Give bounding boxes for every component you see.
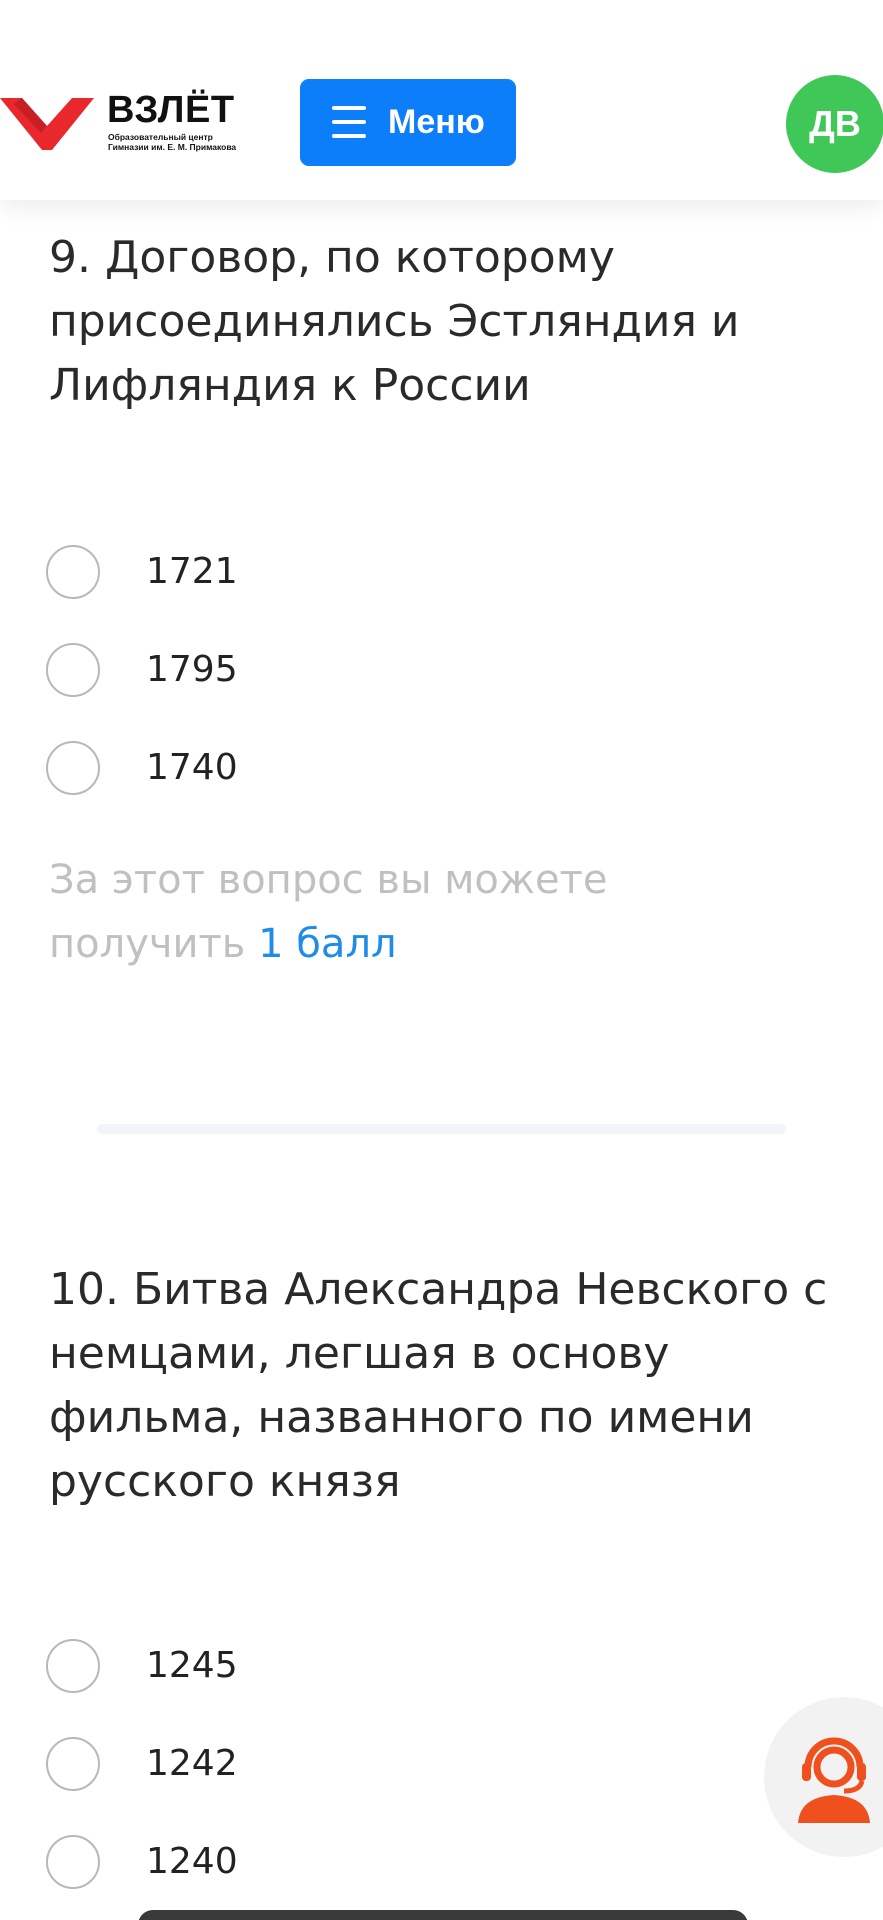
question-divider (97, 1124, 786, 1134)
bottom-bar-edge (138, 1910, 748, 1920)
option-label: 1242 (146, 1743, 238, 1784)
radio-button[interactable] (46, 741, 100, 795)
answer-option[interactable]: 1721 (46, 545, 446, 601)
points-value: 1 балл (258, 921, 397, 967)
radio-button[interactable] (46, 643, 100, 697)
question-10-title: 10. Битва Александра Невского с немцами,… (49, 1264, 828, 1507)
radio-button[interactable] (46, 545, 100, 599)
option-label: 1795 (146, 649, 238, 690)
option-label: 1245 (146, 1645, 238, 1686)
option-label: 1721 (146, 551, 238, 592)
option-label: 1240 (146, 1841, 238, 1882)
logo-subtitle-line2: Гимназии им. Е. М. Примакова (108, 142, 237, 152)
hamburger-icon (332, 106, 366, 138)
logo-subtitle-line1: Образовательный центр (108, 132, 213, 142)
points-note: За этот вопрос вы можете получить 1 балл (49, 848, 749, 976)
question-9-title: 9. Договор, по которому присоединялись Э… (49, 232, 740, 411)
support-agent-icon (798, 1737, 870, 1823)
logo-title: ВЗЛЁТ (107, 89, 235, 131)
user-avatar[interactable]: ДВ (786, 75, 883, 173)
answer-option[interactable]: 1245 (46, 1639, 446, 1695)
answer-option[interactable]: 1740 (46, 741, 446, 797)
answer-option[interactable]: 1242 (46, 1737, 446, 1793)
menu-button[interactable]: Меню (300, 79, 516, 166)
logo-mark-icon (0, 98, 94, 150)
menu-label: Меню (388, 103, 485, 141)
radio-button[interactable] (46, 1835, 100, 1889)
option-label: 1740 (146, 747, 238, 788)
top-header: ВЗЛЁТ Образовательный центр Гимназии им.… (0, 0, 883, 200)
support-chat-button[interactable] (764, 1697, 883, 1857)
radio-button[interactable] (46, 1639, 100, 1693)
answer-option[interactable]: 1240 (46, 1835, 446, 1891)
vzlet-logo[interactable]: ВЗЛЁТ Образовательный центр Гимназии им.… (0, 90, 245, 154)
answer-option[interactable]: 1795 (46, 643, 446, 699)
radio-button[interactable] (46, 1737, 100, 1791)
